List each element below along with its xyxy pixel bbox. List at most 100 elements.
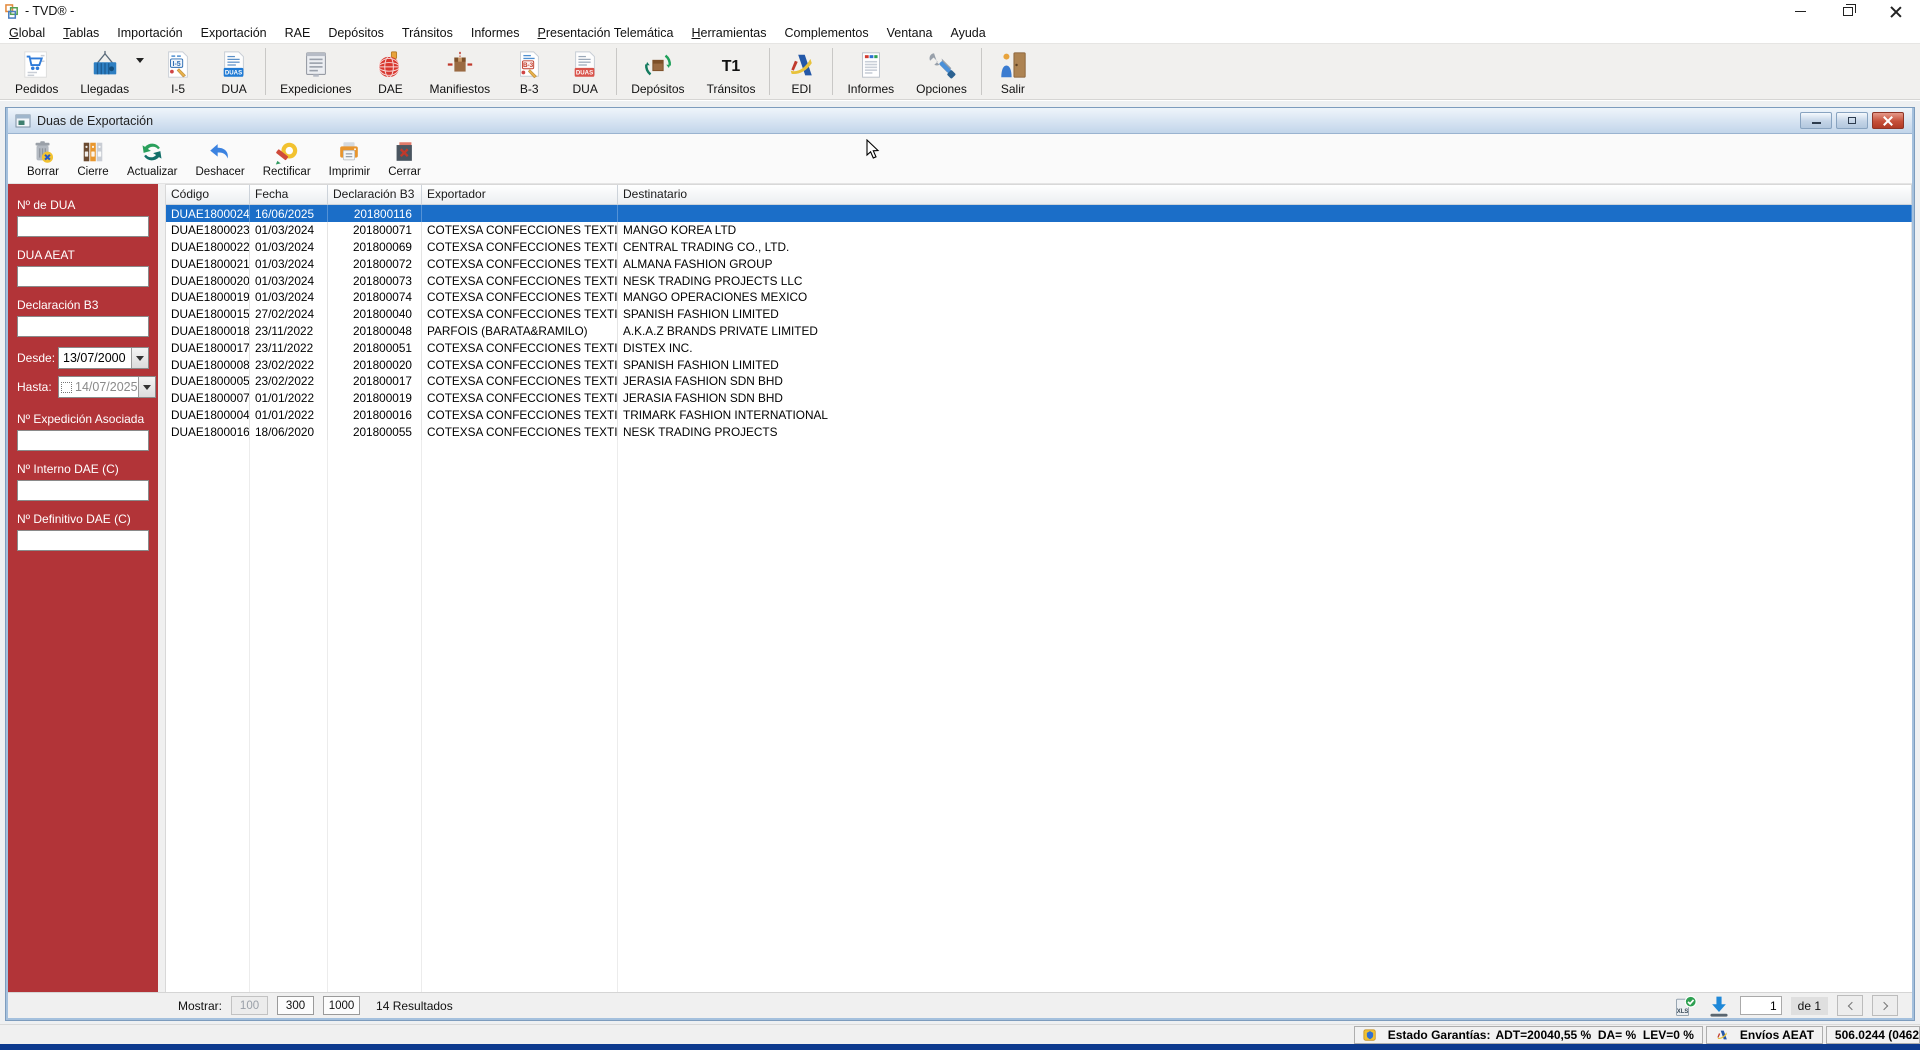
child-toolbar-button-borrar[interactable]: Borrar xyxy=(18,134,68,183)
menu-item-tablas[interactable]: Tablas xyxy=(54,24,108,42)
num-expedicion-input[interactable] xyxy=(17,430,149,451)
maximize-button[interactable] xyxy=(1824,0,1872,22)
table-row[interactable]: DUAE180001823/11/2022201800048PARFOIS (B… xyxy=(166,323,1912,340)
num-interno-input[interactable] xyxy=(17,480,149,501)
next-page-button[interactable] xyxy=(1872,995,1898,1016)
num-dua-input[interactable] xyxy=(17,216,149,237)
menu-item-complementos[interactable]: Complementos xyxy=(776,24,878,42)
menu-bar: GlobalTablasImportaciónExportaciónRAEDep… xyxy=(0,22,1920,43)
table-cell: 01/01/2022 xyxy=(250,390,328,407)
child-toolbar-button-imprimir[interactable]: Imprimir xyxy=(320,134,380,183)
toolbar-button-transitos[interactable]: T1Tránsitos xyxy=(696,44,767,99)
toolbar-button-pedidos[interactable]: Pedidos xyxy=(4,44,69,99)
table-row[interactable]: DUAE180000701/01/2022201800019COTEXSA CO… xyxy=(166,390,1912,407)
table-cell: COTEXSA CONFECCIONES TEXTIL SL xyxy=(422,373,618,390)
child-minimize-button[interactable] xyxy=(1800,112,1832,129)
menu-item-ayuda[interactable]: Ayuda xyxy=(941,24,994,42)
toolbar-button-dua[interactable]: DUASDUA xyxy=(206,44,262,99)
table-row[interactable]: DUAE180002416/06/2025201800116 xyxy=(166,205,1912,222)
child-close-button[interactable] xyxy=(1872,112,1904,129)
desde-dropdown-button[interactable] xyxy=(131,348,148,368)
window-titlebar: - TVD® - xyxy=(0,0,1920,22)
declaracion-b3-input[interactable] xyxy=(17,316,149,337)
download-icon[interactable] xyxy=(1707,994,1731,1018)
toolbar-button-expediciones[interactable]: Expediciones xyxy=(269,44,362,99)
column-header-destinatario[interactable]: Destinatario xyxy=(618,185,1912,204)
table-cell: NESK TRADING PROJECTS LLC xyxy=(618,272,1912,289)
table-row[interactable]: DUAE180001901/03/2024201800074COTEXSA CO… xyxy=(166,289,1912,306)
child-restore-button[interactable] xyxy=(1836,112,1868,129)
column-header-exportador[interactable]: Exportador xyxy=(422,185,618,204)
column-header-codigo[interactable]: Código xyxy=(166,185,250,204)
child-toolbar-button-cerrar[interactable]: Cerrar xyxy=(379,134,430,183)
table-row[interactable]: DUAE180002001/03/2024201800073COTEXSA CO… xyxy=(166,272,1912,289)
export-xls-icon[interactable]: XLS xyxy=(1674,994,1698,1018)
toolbar-button-dae[interactable]: DAE xyxy=(362,44,418,99)
table-cell: 201800017 xyxy=(328,373,422,390)
table-cell: 16/06/2025 xyxy=(250,205,328,222)
page-size-button-1000[interactable]: 1000 xyxy=(323,996,360,1015)
page-size-button-300[interactable]: 300 xyxy=(277,996,314,1015)
toolbar-separator xyxy=(616,48,617,95)
column-header-declaracion-b3[interactable]: Declaración B3 xyxy=(328,185,422,204)
main-toolbar: PedidosLlegadasI-5I-5DUASDUAExpediciones… xyxy=(0,43,1920,100)
table-cell: 201800016 xyxy=(328,407,422,424)
child-toolbar-button-deshacer[interactable]: Deshacer xyxy=(187,134,254,183)
menu-item-transitos[interactable]: Tránsitos xyxy=(393,24,462,42)
table-cell: MANGO KOREA LTD xyxy=(618,222,1912,239)
minimize-button[interactable] xyxy=(1776,0,1824,22)
dropdown-arrow-icon[interactable] xyxy=(136,58,144,63)
child-toolbar-button-actualizar[interactable]: Actualizar xyxy=(118,134,187,183)
menu-item-informes[interactable]: Informes xyxy=(462,24,529,42)
toolbar-button-llegadas[interactable]: Llegadas xyxy=(69,44,140,99)
toolbar-button-informes[interactable]: Informes xyxy=(836,44,905,99)
toolbar-button-salir[interactable]: Salir xyxy=(985,44,1041,99)
toolbar-button-label: Pedidos xyxy=(15,82,58,96)
child-toolbar-button-cierre[interactable]: Cierre xyxy=(68,134,118,183)
menu-item-global[interactable]: Global xyxy=(0,24,54,42)
table-cell xyxy=(618,205,1912,222)
printer-icon xyxy=(336,139,362,165)
table-row[interactable]: DUAE180002201/03/2024201800069COTEXSA CO… xyxy=(166,239,1912,256)
table-row[interactable]: DUAE180001527/02/2024201800040COTEXSA CO… xyxy=(166,306,1912,323)
toolbar-button-dua[interactable]: DUASDUA xyxy=(557,44,613,99)
menu-item-ventana[interactable]: Ventana xyxy=(878,24,942,42)
dua-aeat-input[interactable] xyxy=(17,266,149,287)
toolbar-button-manifiestos[interactable]: Manifiestos xyxy=(418,44,501,99)
toolbar-button-i-5[interactable]: I-5I-5 xyxy=(150,44,206,99)
menu-item-rae[interactable]: RAE xyxy=(276,24,320,42)
aeat-logo-icon xyxy=(786,49,816,81)
hasta-dropdown-button[interactable] xyxy=(138,377,155,397)
previous-page-button[interactable] xyxy=(1837,995,1863,1016)
svg-text:DUAS: DUAS xyxy=(576,69,593,76)
hasta-checkbox[interactable] xyxy=(61,382,72,393)
version-panel: 506.0244 (0462 xyxy=(1826,1026,1920,1044)
child-toolbar-button-rectificar[interactable]: Rectificar xyxy=(254,134,320,183)
desde-date-picker[interactable]: 13/07/2000 xyxy=(58,347,149,369)
column-header-fecha[interactable]: Fecha xyxy=(250,185,328,204)
toolbar-button-b-3[interactable]: B-3B-3 xyxy=(501,44,557,99)
toolbar-button-depositos[interactable]: Depósitos xyxy=(620,44,695,99)
menu-item-herramientas[interactable]: Herramientas xyxy=(682,24,775,42)
menu-item-exportacion[interactable]: Exportación xyxy=(192,24,276,42)
close-button[interactable] xyxy=(1872,0,1920,22)
table-cell: DUAE1800023 xyxy=(166,222,250,239)
num-definitivo-input[interactable] xyxy=(17,530,149,551)
table-row[interactable]: DUAE180001618/06/2020201800055COTEXSA CO… xyxy=(166,423,1912,440)
hasta-date-picker[interactable]: 14/07/2025 xyxy=(58,376,156,398)
menu-item-presentacion-telematica[interactable]: Presentación Telemática xyxy=(529,24,683,42)
table-row[interactable]: DUAE180001723/11/2022201800051COTEXSA CO… xyxy=(166,339,1912,356)
table-row[interactable]: DUAE180002301/03/2024201800071COTEXSA CO… xyxy=(166,222,1912,239)
menu-item-depositos[interactable]: Depósitos xyxy=(319,24,393,42)
page-number-input[interactable] xyxy=(1740,996,1782,1015)
child-titlebar[interactable]: Duas de Exportación xyxy=(8,108,1912,134)
toolbar-button-label: DAE xyxy=(378,82,403,96)
table-row[interactable]: DUAE180000823/02/2022201800020COTEXSA CO… xyxy=(166,356,1912,373)
table-row[interactable]: DUAE180000401/01/2022201800016COTEXSA CO… xyxy=(166,407,1912,424)
toolbar-button-opciones[interactable]: Opciones xyxy=(905,44,978,99)
table-row[interactable]: DUAE180002101/03/2024201800072COTEXSA CO… xyxy=(166,255,1912,272)
table-row[interactable]: DUAE180000523/02/2022201800017COTEXSA CO… xyxy=(166,373,1912,390)
toolbar-button-edi[interactable]: EDI xyxy=(773,44,829,99)
menu-item-importacion[interactable]: Importación xyxy=(108,24,191,42)
duas-exportacion-window: Duas de Exportación BorrarCierreActualiz… xyxy=(6,108,1914,1020)
